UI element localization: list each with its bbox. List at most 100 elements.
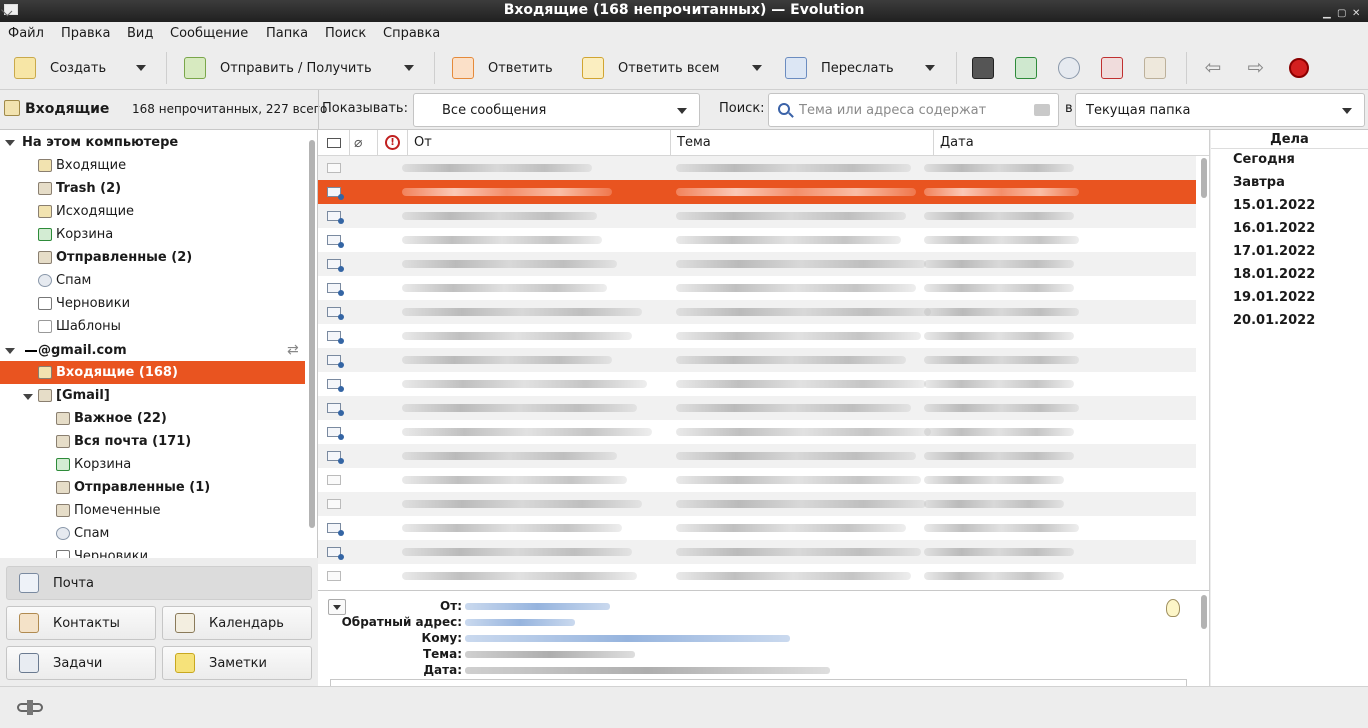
preview-from-value[interactable] [465,603,610,610]
reply-all-dropdown-icon[interactable] [752,65,762,71]
folder-gmail-starred[interactable]: Помеченные [74,499,160,522]
stop-icon[interactable] [1289,58,1309,78]
maximize-icon[interactable]: ▢ [1337,3,1346,24]
folder-gmail-spam[interactable]: Спам [74,522,109,545]
folder-local-drafts[interactable]: Черновики [56,292,130,315]
menu-edit[interactable]: Правка [61,26,110,41]
forward-dropdown-icon[interactable] [925,65,935,71]
folder-gmail-sent[interactable]: Отправленные (1) [74,476,210,499]
preview-to-value[interactable] [465,635,790,642]
folder-local-sent[interactable]: Отправленные (2) [56,246,192,269]
message-row[interactable] [318,204,1196,228]
column-status[interactable] [318,130,350,156]
todo-item[interactable]: 15.01.2022 [1233,198,1315,213]
folder-gmail-trash[interactable]: Корзина [74,453,131,476]
new-dropdown-icon[interactable] [136,65,146,71]
todo-item[interactable]: Сегодня [1233,152,1295,167]
message-list-scrollbar[interactable] [1201,158,1207,198]
previous-icon[interactable]: ⇦ [1202,57,1224,79]
todo-item[interactable]: 19.01.2022 [1233,290,1315,305]
archive-icon[interactable] [1144,57,1166,79]
forward-button[interactable]: Переслать [785,54,894,82]
message-row[interactable] [318,468,1196,492]
menu-search[interactable]: Поиск [325,26,366,41]
reply-button[interactable]: Ответить [452,54,553,82]
clear-search-icon[interactable] [1034,104,1050,116]
expander-icon[interactable] [5,140,15,146]
close-icon[interactable]: ✕ [1352,3,1360,24]
todo-item[interactable]: 20.01.2022 [1233,313,1315,328]
folder-local-spam[interactable]: Спам [56,269,91,292]
show-filter-combo[interactable]: Все сообщения [413,93,700,127]
message-row[interactable] [318,492,1196,516]
account-header[interactable]: @gmail.com [38,339,127,362]
expander-icon[interactable] [5,348,15,354]
message-row[interactable] [318,420,1196,444]
message-row[interactable] [318,276,1196,300]
menu-message[interactable]: Сообщение [170,26,248,41]
folder-gmail-important[interactable]: Важное (22) [74,407,167,430]
message-row[interactable] [318,564,1196,588]
message-row[interactable] [318,372,1196,396]
message-row[interactable] [318,348,1196,372]
message-row[interactable] [318,228,1196,252]
folder-local-templates[interactable]: Шаблоны [56,315,121,338]
next-icon[interactable]: ⇨ [1245,57,1267,79]
menu-help[interactable]: Справка [383,26,440,41]
menu-file[interactable]: Файл [8,26,44,41]
switch-memos-button[interactable]: Заметки [162,646,312,680]
expander-icon[interactable] [23,394,33,400]
not-junk-icon[interactable] [1101,57,1123,79]
lightbulb-icon[interactable] [1166,599,1180,617]
show-filter-value: Все сообщения [442,103,547,118]
column-attachment[interactable]: ⌀ [350,130,378,156]
todo-item[interactable]: 17.01.2022 [1233,244,1315,259]
column-flag[interactable]: ! [378,130,408,156]
message-row[interactable] [318,156,1196,180]
search-scope-combo[interactable]: Текущая папка [1075,93,1365,127]
column-subject[interactable]: Тема [671,130,934,156]
preview-scrollbar[interactable] [1201,595,1207,629]
message-row[interactable] [318,396,1196,420]
switch-tasks-button[interactable]: Задачи [6,646,156,680]
preview-replyto-value[interactable] [465,619,575,626]
folder-gmail-all-mail[interactable]: Вся почта (171) [74,430,191,453]
send-receive-dropdown-icon[interactable] [404,65,414,71]
switch-calendar-button[interactable]: Календарь [162,606,312,640]
folder-local-trash[interactable]: Trash (2) [56,177,121,200]
column-from[interactable]: От [408,130,671,156]
folder-gmail-inbox[interactable]: Входящие (168) [56,361,178,384]
folder-local-recycle[interactable]: Корзина [56,223,113,246]
sync-icon[interactable]: ⇄ [287,342,299,358]
junk-icon[interactable] [1058,57,1080,79]
menu-folder[interactable]: Папка [266,26,308,41]
message-row[interactable] [318,324,1196,348]
todo-item[interactable]: Завтра [1233,175,1285,190]
todo-item[interactable]: 16.01.2022 [1233,221,1315,236]
switch-contacts-button[interactable]: Контакты [6,606,156,640]
reply-all-button[interactable]: Ответить всем [582,54,719,82]
folder-gmail-drafts[interactable]: Черновики [74,545,148,558]
message-row[interactable] [318,540,1196,564]
delete-icon[interactable] [1015,57,1037,79]
message-row[interactable] [318,516,1196,540]
message-row[interactable] [318,252,1196,276]
folder-local-inbox[interactable]: Входящие [56,154,126,177]
search-input-box[interactable]: Тема или адреса содержат [768,93,1059,127]
local-folders-header[interactable]: На этом компьютере [22,131,178,154]
from-cell [402,548,632,556]
switch-mail-button[interactable]: Почта [6,566,312,600]
folder-local-outbox[interactable]: Исходящие [56,200,134,223]
message-row[interactable] [318,300,1196,324]
send-receive-button[interactable]: Отправить / Получить [184,54,372,82]
menu-view[interactable]: Вид [127,26,153,41]
todo-item[interactable]: 18.01.2022 [1233,267,1315,282]
folder-gmail-group[interactable]: [Gmail] [56,384,110,407]
folder-tree-scrollbar[interactable] [309,140,315,528]
minimize-icon[interactable]: ▁ [1323,3,1331,24]
message-row[interactable] [318,444,1196,468]
print-icon[interactable] [972,57,994,79]
column-date[interactable]: Дата [934,130,1209,156]
message-row[interactable] [318,180,1196,204]
new-button[interactable]: Создать [14,54,106,82]
